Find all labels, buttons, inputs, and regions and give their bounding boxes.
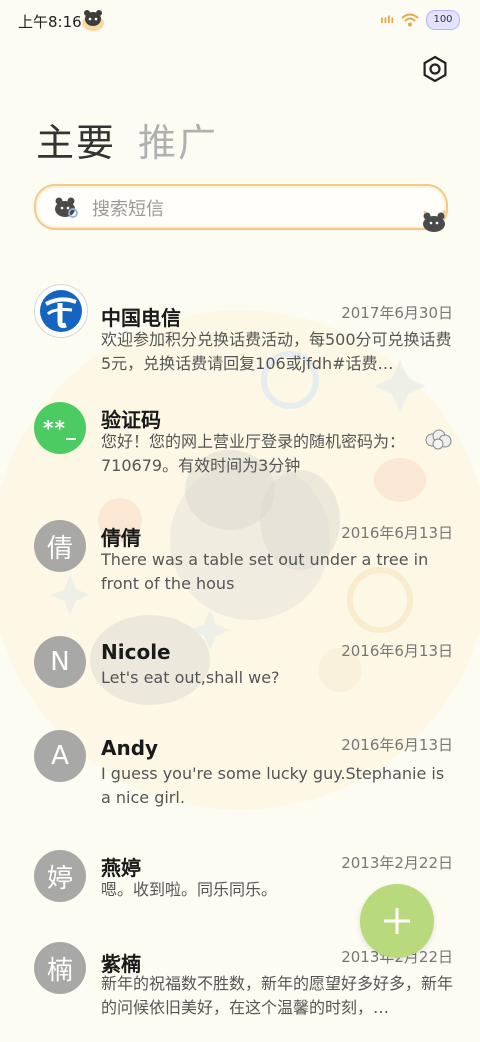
message-date: 2016年6月13日 [341, 524, 453, 542]
message-preview: 新年的祝福数不胜数，新年的愿望好多好多，新年的问候依旧美好，在这个温馨的时刻，… [101, 974, 453, 1017]
tab-promotions[interactable]: 推广 [138, 112, 218, 167]
avatar: N [34, 636, 86, 688]
message-date: 2017年6月30日 [341, 304, 453, 322]
status-time: 上午8:16 [18, 13, 82, 31]
list-item[interactable]: **_ 验证码 您好！您的网上营业厅登录的随机密码为：710679。有效时间为3… [0, 402, 480, 498]
avatar: **_ [34, 402, 86, 454]
list-item[interactable]: 中国电信 2017年6月30日 欢迎参加积分兑换话费活动，每500分可兑换话费5… [0, 284, 480, 380]
message-preview: 欢迎参加积分兑换话费活动，每500分可兑换话费5元，兑换话费请回复106或jfd… [101, 330, 452, 373]
status-bar: 上午8:16 ıılı 100 [0, 0, 480, 44]
message-date: 2016年6月13日 [341, 642, 453, 660]
message-date: 2013年2月22日 [341, 854, 453, 872]
sender-name: Nicole [101, 640, 171, 664]
signal-icon: ıılı [380, 14, 394, 26]
message-preview: There was a table set out under a tree i… [101, 550, 429, 593]
list-item[interactable]: 倩 倩倩 2016年6月13日 There was a table set ou… [0, 520, 480, 620]
avatar: A [34, 730, 86, 782]
list-item[interactable]: A Andy 2016年6月13日 I guess you're some lu… [0, 730, 480, 830]
popcorn-icon [425, 429, 452, 450]
settings-gear-icon[interactable] [420, 54, 450, 84]
avatar: 楠 [34, 942, 86, 994]
tab-primary[interactable]: 主要 [36, 112, 116, 167]
message-preview: I guess you're some lucky guy.Stephanie … [101, 764, 445, 807]
sender-name: 燕婷 [101, 856, 141, 880]
compose-button[interactable] [360, 884, 434, 958]
mascot-sticker-icon [82, 10, 104, 31]
wifi-icon [401, 13, 419, 27]
avatar: 倩 [34, 520, 86, 572]
list-item[interactable]: N Nicole 2016年6月13日 Let's eat out,shall … [0, 636, 480, 708]
sender-name: 中国电信 [101, 306, 181, 330]
sender-name: 验证码 [101, 408, 161, 432]
sender-name: 倩倩 [101, 526, 141, 550]
telecom-logo-graphic [40, 290, 82, 332]
list-item[interactable]: 楠 紫楠 2013年2月22日 新年的祝福数不胜数，新年的愿望好多好多，新年的问… [0, 942, 480, 1042]
sender-name: Andy [101, 736, 159, 760]
message-preview: 您好！您的网上营业厅登录的随机密码为：710679。有效时间为3分钟 [101, 432, 406, 475]
plus-icon [384, 908, 410, 934]
avatar: 婷 [34, 850, 86, 902]
status-indicators: ıılı 100 [380, 10, 460, 30]
mascot-sticker-icon [423, 210, 446, 232]
message-preview: Let's eat out,shall we? [101, 668, 280, 687]
message-date: 2016年6月13日 [341, 736, 453, 754]
search-input[interactable]: 搜索短信 [92, 195, 164, 221]
search-bar[interactable]: 搜索短信 [34, 184, 448, 232]
china-telecom-logo-icon [34, 284, 88, 338]
battery-indicator: 100 [426, 10, 460, 30]
category-tabs: 主要 推广 [36, 112, 218, 167]
mascot-search-icon [55, 197, 78, 218]
